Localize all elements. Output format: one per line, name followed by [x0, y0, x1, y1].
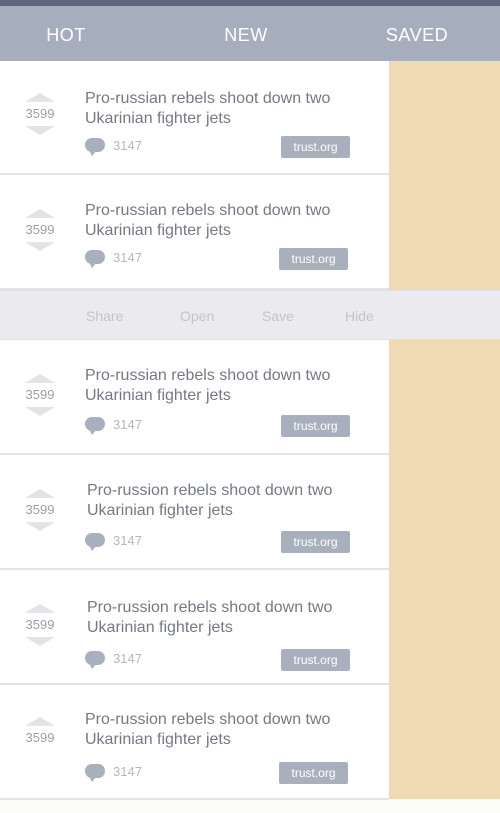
post-title-line-2: Ukarinian fighter jets [85, 387, 231, 404]
post-action-bar: Share Open Save Hide [0, 290, 500, 340]
comment-count: 3147 [113, 138, 142, 153]
vote-control: 3599 [22, 209, 58, 251]
comment-count: 3147 [113, 417, 142, 432]
post-score: 3599 [25, 222, 55, 237]
source-badge[interactable]: trust.org [281, 649, 350, 671]
comment-count: 3147 [113, 533, 142, 548]
comment-count: 3147 [113, 651, 142, 666]
source-badge[interactable]: trust.org [279, 762, 348, 784]
comment-bubble-icon[interactable] [85, 533, 105, 551]
upvote-arrow-icon[interactable] [25, 489, 55, 498]
post-card[interactable]: 3599 Pro-russion rebels shoot down two U… [0, 685, 389, 800]
post-title[interactable]: Pro-russion rebels shoot down two Ukarin… [87, 481, 377, 521]
post-score: 3599 [25, 730, 55, 745]
post-meta: 3147 trust.org [85, 649, 435, 671]
post-title[interactable]: Pro-russion rebels shoot down two Ukarin… [85, 710, 375, 750]
post-title-line-1: Pro-russion rebels shoot down two [87, 482, 333, 499]
post-title-line-2: Ukarinian fighter jets [85, 731, 231, 748]
comment-bubble-icon[interactable] [85, 764, 105, 782]
vote-control: 3599 [22, 717, 58, 750]
source-badge[interactable]: trust.org [281, 531, 350, 553]
post-title[interactable]: Pro-russian rebels shoot down two Ukarin… [85, 201, 375, 241]
post-title-line-1: Pro-russian rebels shoot down two [85, 367, 331, 384]
post-meta: 3147 trust.org [85, 762, 435, 784]
post-title-line-1: Pro-russion rebels shoot down two [87, 599, 333, 616]
vote-control: 3599 [22, 604, 58, 646]
downvote-arrow-icon[interactable] [25, 126, 55, 135]
vote-control: 3599 [22, 374, 58, 416]
post-score: 3599 [25, 617, 55, 632]
post-score: 3599 [25, 106, 55, 121]
tab-new[interactable]: NEW [182, 6, 310, 61]
top-tab-bar: HOT NEW SAVED [0, 0, 500, 66]
comment-bubble-icon[interactable] [85, 651, 105, 669]
downvote-arrow-icon[interactable] [25, 242, 55, 251]
vote-control: 3599 [22, 489, 58, 531]
post-card[interactable]: 3599 Pro-russion rebels shoot down two U… [0, 455, 389, 570]
post-title-line-2: Ukarinian fighter jets [85, 222, 231, 239]
downvote-arrow-icon[interactable] [25, 407, 55, 416]
comment-bubble-icon[interactable] [85, 250, 105, 268]
source-badge[interactable]: trust.org [281, 136, 350, 158]
post-meta: 3147 trust.org [85, 136, 435, 158]
post-meta: 3147 trust.org [85, 415, 435, 437]
post-card[interactable]: 3599 Pro-russion rebels shoot down two U… [0, 570, 389, 685]
source-badge[interactable]: trust.org [281, 415, 350, 437]
post-title-line-2: Ukarinian fighter jets [87, 502, 233, 519]
comment-count: 3147 [113, 250, 142, 265]
post-title[interactable]: Pro-russian rebels shoot down two Ukarin… [85, 89, 375, 129]
post-score: 3599 [25, 387, 55, 402]
upvote-arrow-icon[interactable] [25, 209, 55, 218]
comment-bubble-icon[interactable] [85, 138, 105, 156]
upvote-arrow-icon[interactable] [25, 604, 55, 613]
share-button[interactable]: Share [86, 291, 123, 341]
comment-bubble-icon[interactable] [85, 417, 105, 435]
post-title[interactable]: Pro-russion rebels shoot down two Ukarin… [87, 598, 377, 638]
downvote-arrow-icon[interactable] [25, 637, 55, 646]
vote-control: 3599 [22, 93, 58, 135]
post-card[interactable]: 3599 Pro-russian rebels shoot down two U… [0, 340, 389, 455]
post-card[interactable]: 3599 Pro-russian rebels shoot down two U… [0, 61, 389, 175]
post-meta: 3147 trust.org [85, 248, 435, 270]
post-title-line-2: Ukarinian fighter jets [87, 619, 233, 636]
tab-hot[interactable]: HOT [0, 6, 132, 61]
upvote-arrow-icon[interactable] [25, 374, 55, 383]
post-score: 3599 [25, 502, 55, 517]
upvote-arrow-icon[interactable] [25, 717, 55, 726]
post-title-line-2: Ukarinian fighter jets [85, 110, 231, 127]
open-button[interactable]: Open [180, 291, 214, 341]
source-badge[interactable]: trust.org [279, 248, 348, 270]
post-title-line-1: Pro-russian rebels shoot down two [85, 90, 331, 107]
hide-button[interactable]: Hide [345, 291, 374, 341]
post-title[interactable]: Pro-russian rebels shoot down two Ukarin… [85, 366, 375, 406]
tab-saved[interactable]: SAVED [362, 6, 472, 61]
upvote-arrow-icon[interactable] [25, 93, 55, 102]
post-card[interactable]: 3599 Pro-russian rebels shoot down two U… [0, 175, 389, 290]
post-title-line-1: Pro-russian rebels shoot down two [85, 202, 331, 219]
save-button[interactable]: Save [262, 291, 294, 341]
downvote-arrow-icon[interactable] [25, 522, 55, 531]
post-title-line-1: Pro-russion rebels shoot down two [85, 711, 331, 728]
comment-count: 3147 [113, 764, 142, 779]
post-meta: 3147 trust.org [85, 531, 435, 553]
